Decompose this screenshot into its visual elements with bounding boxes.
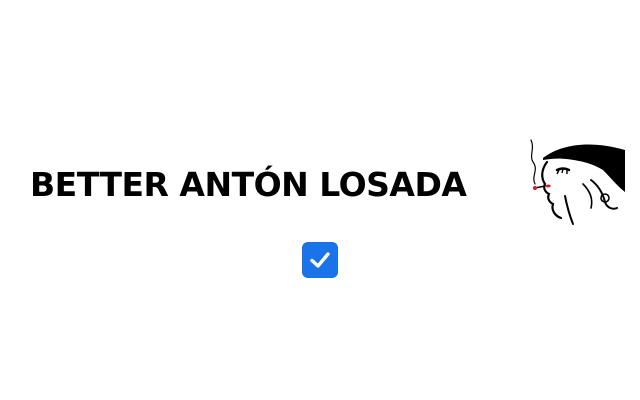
- title-row: BETTER ANTÓN LOSADA: [0, 130, 640, 226]
- checkmark-icon: [310, 252, 330, 268]
- agree-checkbox[interactable]: [302, 242, 338, 278]
- woman-with-hat-smoking-icon: [530, 139, 625, 225]
- page-title: BETTER ANTÓN LOSADA: [30, 165, 467, 204]
- page: BETTER ANTÓN LOSADA: [0, 0, 640, 400]
- agree-checkbox-container: [302, 242, 338, 278]
